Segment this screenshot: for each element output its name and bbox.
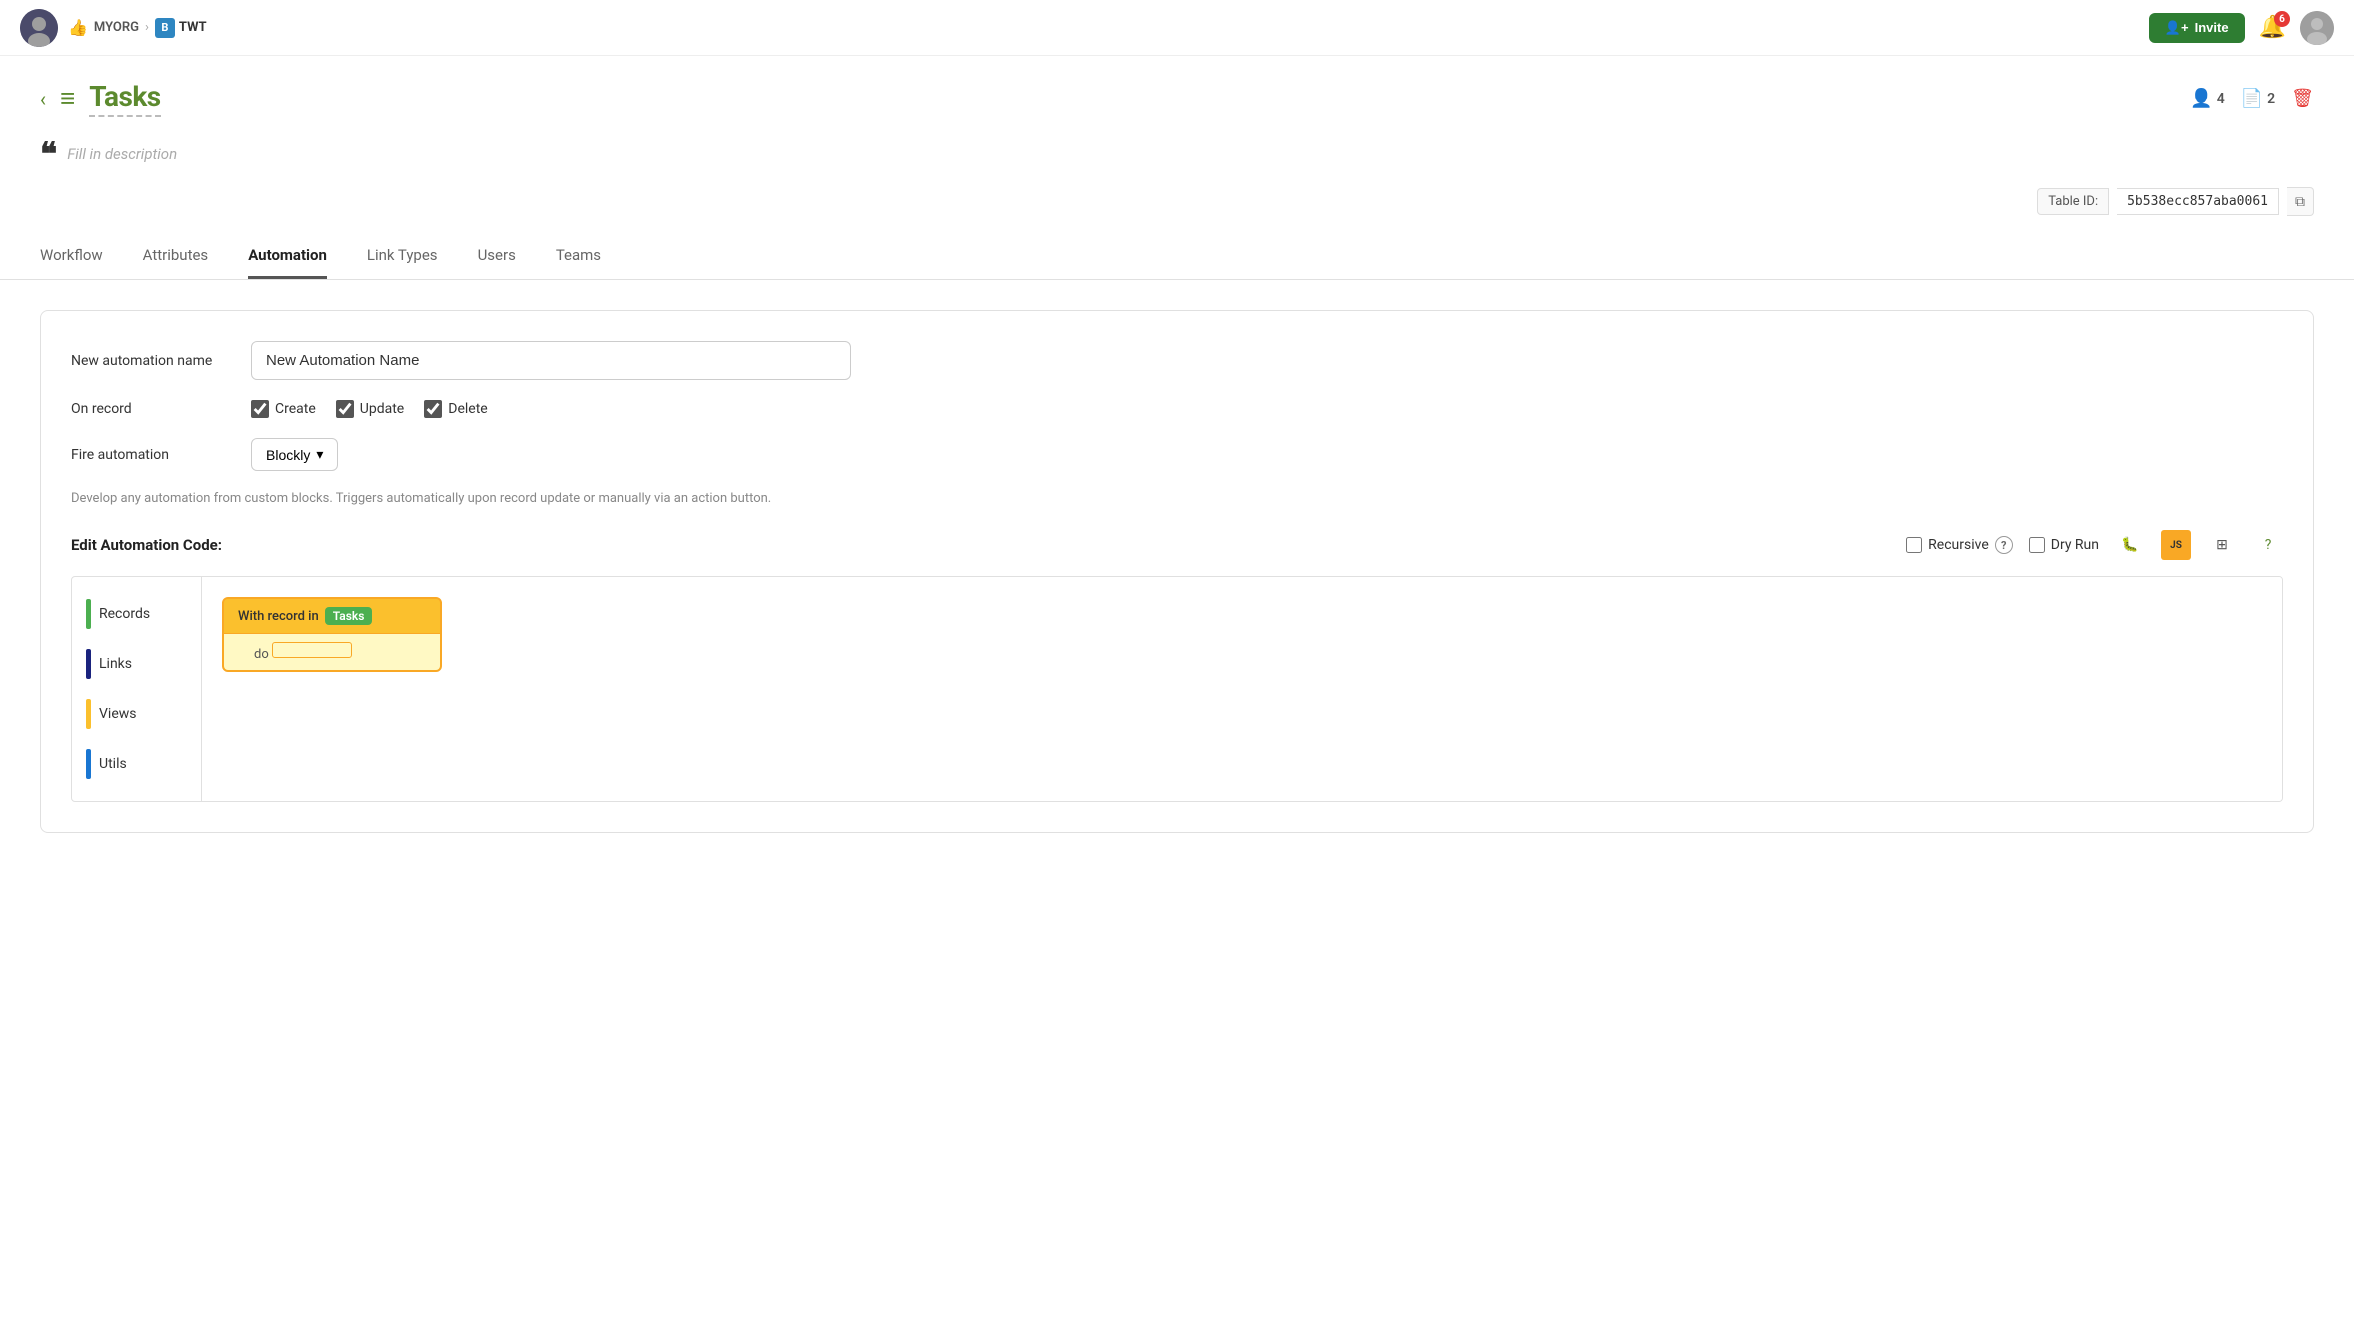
invite-button[interactable]: 👤+ Invite xyxy=(2149,13,2245,43)
breadcrumb: 👍 MYORG › B TWT xyxy=(68,18,207,38)
trash-icon: 🗑 xyxy=(2291,88,2314,109)
recursive-checkbox[interactable] xyxy=(1906,537,1922,553)
blockly-block-header: With record in Tasks xyxy=(224,599,440,633)
user-avatar-menu[interactable] xyxy=(2300,11,2334,45)
edit-code-header: Edit Automation Code: Recursive ? Dry Ru… xyxy=(71,530,2283,560)
description-section: ❝ Fill in description xyxy=(0,117,2354,173)
files-action[interactable]: 📄 2 xyxy=(2241,88,2275,109)
checkbox-delete[interactable]: Delete xyxy=(424,400,487,418)
breadcrumb-separator: › xyxy=(145,20,149,35)
page-title-section: ‹ ≡ Tasks 👤 4 📄 2 🗑 xyxy=(0,56,2354,117)
page-actions: 👤 4 📄 2 🗑 xyxy=(2190,88,2314,109)
org-sub-item[interactable]: B TWT xyxy=(155,18,207,38)
checkbox-update[interactable]: Update xyxy=(336,400,404,418)
create-label: Create xyxy=(275,401,316,417)
views-color-dot xyxy=(86,699,91,729)
table-id-value: 5b538ecc857aba0061 xyxy=(2117,188,2279,215)
recursive-label: Recursive xyxy=(1928,537,1989,553)
help-button[interactable]: ? xyxy=(2253,530,2283,560)
user-avatar-header[interactable] xyxy=(20,9,58,47)
js-button[interactable]: JS xyxy=(2161,530,2191,560)
notification-bell[interactable]: 🔔 6 xyxy=(2259,15,2286,40)
back-arrow-icon[interactable]: ‹ xyxy=(40,87,46,111)
block-inner-input xyxy=(272,642,352,658)
debug-button[interactable]: 🐛 xyxy=(2115,530,2145,560)
sidebar-item-records[interactable]: Records xyxy=(72,589,201,639)
dry-run-label: Dry Run xyxy=(2051,537,2099,553)
tab-teams[interactable]: Teams xyxy=(556,246,601,279)
links-label: Links xyxy=(99,656,132,672)
tabs-bar: Workflow Attributes Automation Link Type… xyxy=(40,246,2314,279)
records-color-dot xyxy=(86,599,91,629)
checkbox-create[interactable]: Create xyxy=(251,400,316,418)
update-checkbox[interactable] xyxy=(336,400,354,418)
utils-label: Utils xyxy=(99,756,127,772)
tab-link-types[interactable]: Link Types xyxy=(367,246,438,279)
name-row: New automation name xyxy=(71,341,2283,380)
blockly-sidebar: Records Links Views Utils xyxy=(72,577,202,801)
fire-automation-dropdown[interactable]: Blockly ▾ xyxy=(251,438,338,471)
thumbs-up-icon: 👍 xyxy=(68,18,88,37)
copy-id-button[interactable]: ⧉ xyxy=(2287,187,2314,216)
utils-color-dot xyxy=(86,749,91,779)
name-label: New automation name xyxy=(71,353,231,369)
tab-attributes[interactable]: Attributes xyxy=(143,246,209,279)
person-add-icon: 👤+ xyxy=(2165,20,2189,36)
fire-label: Fire automation xyxy=(71,447,231,463)
records-label: Records xyxy=(99,606,150,622)
on-record-label: On record xyxy=(71,401,231,417)
links-color-dot xyxy=(86,649,91,679)
sidebar-item-views[interactable]: Views xyxy=(72,689,201,739)
dry-run-checkbox[interactable] xyxy=(2029,537,2045,553)
header-right: 👤+ Invite 🔔 6 xyxy=(2149,11,2334,45)
tab-workflow[interactable]: Workflow xyxy=(40,246,103,279)
quote-icon: ❝ xyxy=(40,135,57,173)
content-area: New automation name On record Create Upd… xyxy=(0,280,2354,863)
automation-name-input[interactable] xyxy=(251,341,851,380)
on-record-checkboxes: Create Update Delete xyxy=(251,400,488,418)
header-left: 👍 MYORG › B TWT xyxy=(20,9,207,47)
description-text[interactable]: Fill in description xyxy=(67,145,177,163)
delete-checkbox[interactable] xyxy=(424,400,442,418)
tabs-section: Workflow Attributes Automation Link Type… xyxy=(0,226,2354,280)
fire-automation-row: Fire automation Blockly ▾ xyxy=(71,438,2283,471)
table-id-label: Table ID: xyxy=(2037,188,2109,215)
block-do-text: do xyxy=(254,647,269,662)
block-task-badge: Tasks xyxy=(325,607,373,625)
page-title: Tasks xyxy=(89,80,161,117)
delete-label: Delete xyxy=(448,401,487,417)
blockly-block-with-record[interactable]: With record in Tasks do xyxy=(222,597,442,672)
users-icon: 👤 xyxy=(2190,88,2212,109)
on-record-row: On record Create Update Delete xyxy=(71,400,2283,418)
blockly-editor: Records Links Views Utils xyxy=(71,576,2283,802)
notification-count: 6 xyxy=(2274,11,2290,27)
block-with-text: With record in xyxy=(238,609,319,624)
fire-value: Blockly xyxy=(266,447,310,463)
header: 👍 MYORG › B TWT 👤+ Invite 🔔 6 xyxy=(0,0,2354,56)
blockly-canvas: With record in Tasks do xyxy=(202,577,2282,801)
tab-automation[interactable]: Automation xyxy=(248,246,327,279)
grid-button[interactable]: ⊞ xyxy=(2207,530,2237,560)
delete-action[interactable]: 🗑 xyxy=(2291,88,2314,109)
automation-form: New automation name On record Create Upd… xyxy=(40,310,2314,833)
sidebar-item-utils[interactable]: Utils xyxy=(72,739,201,789)
users-action[interactable]: 👤 4 xyxy=(2190,88,2224,109)
edit-code-controls: Recursive ? Dry Run 🐛 JS ⊞ ? xyxy=(1906,530,2283,560)
list-icon: ≡ xyxy=(60,83,75,114)
automation-description: Develop any automation from custom block… xyxy=(71,491,2283,506)
views-label: Views xyxy=(99,706,137,722)
recursive-help-icon[interactable]: ? xyxy=(1995,536,2013,554)
dry-run-checkbox-label[interactable]: Dry Run xyxy=(2029,537,2099,553)
blockly-block-body: do xyxy=(224,633,440,670)
sidebar-item-links[interactable]: Links xyxy=(72,639,201,689)
table-id-section: Table ID: 5b538ecc857aba0061 ⧉ xyxy=(0,173,2354,216)
org-sub-letter: B xyxy=(155,18,175,38)
create-checkbox[interactable] xyxy=(251,400,269,418)
update-label: Update xyxy=(360,401,404,417)
tab-users[interactable]: Users xyxy=(478,246,516,279)
edit-code-title: Edit Automation Code: xyxy=(71,536,222,554)
recursive-checkbox-label[interactable]: Recursive ? xyxy=(1906,536,2013,554)
files-icon: 📄 xyxy=(2241,88,2263,109)
chevron-down-icon: ▾ xyxy=(316,446,323,463)
